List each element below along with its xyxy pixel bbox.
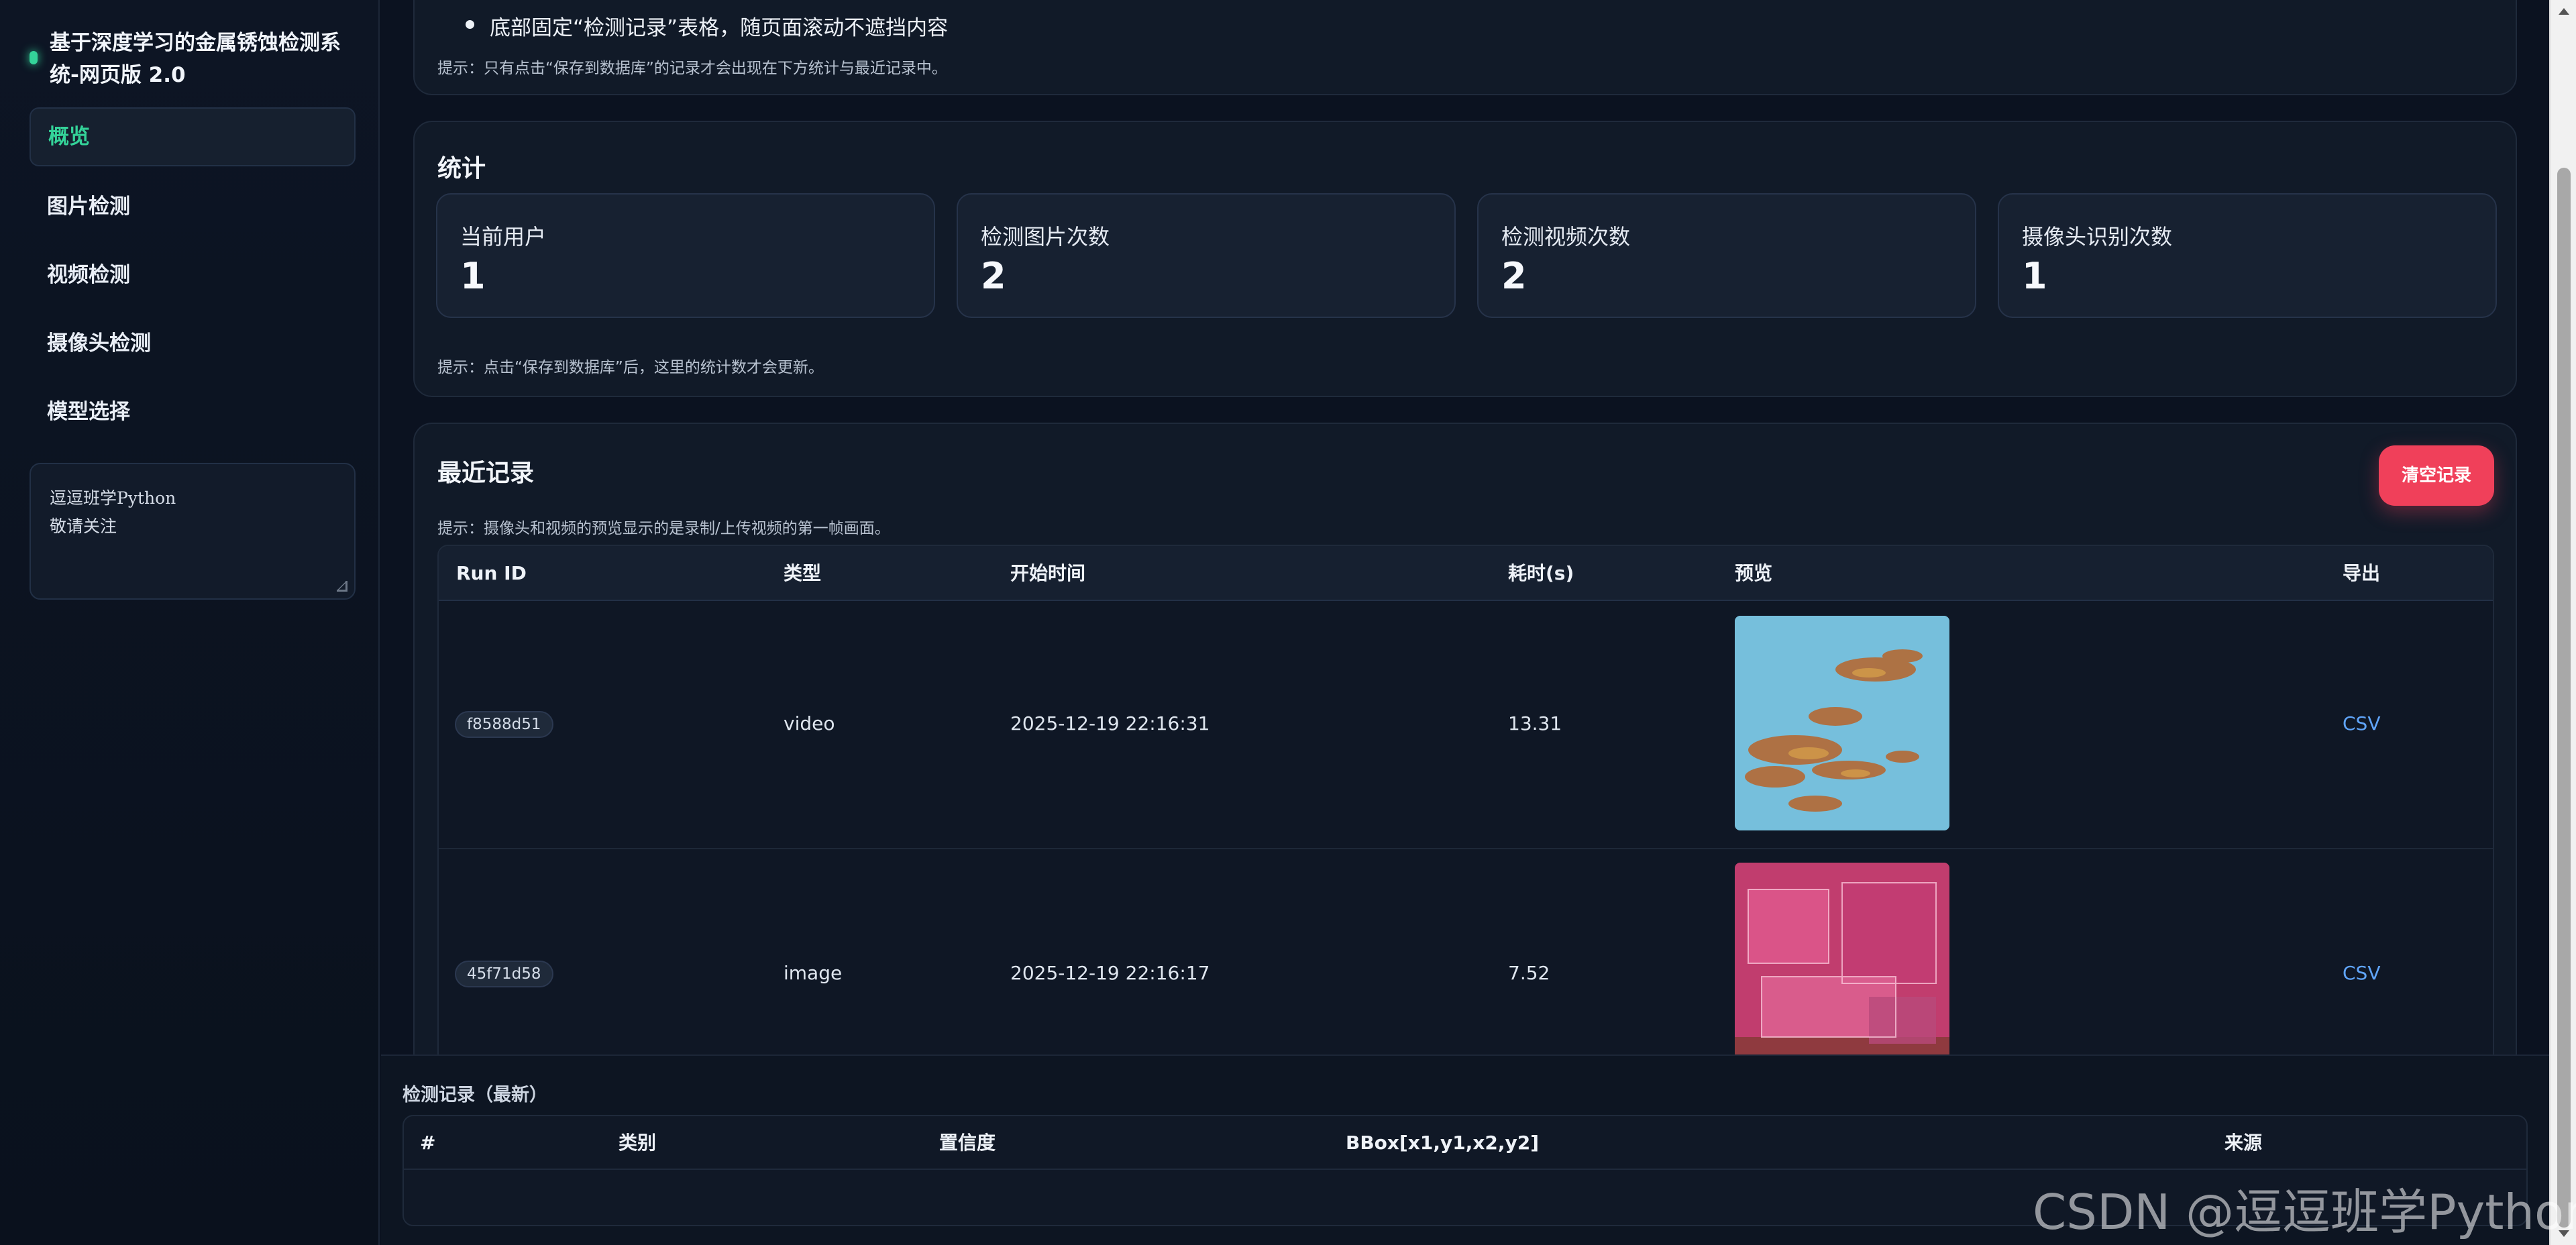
stat-value: 1 <box>2022 255 2047 297</box>
stat-card-users: 当前用户 1 <box>436 193 935 318</box>
recent-card: 最近记录 清空记录 提示：摄像头和视频的预览显示的是录制/上传视频的第一帧画面。… <box>413 423 2517 1160</box>
col-export: 导出 <box>2343 562 2381 584</box>
sidebar-item-model-select[interactable]: 模型选择 <box>30 382 356 441</box>
cell-start-time: 2025-12-19 22:16:31 <box>1010 712 1210 735</box>
sidebar: 基于深度学习的金属锈蚀检测系统-网页版 2.0 概览 图片检测 视频检测 摄像头… <box>0 0 380 1245</box>
status-dot-icon <box>30 51 38 64</box>
col-duration: 耗时(s) <box>1508 562 1574 584</box>
stat-value: 2 <box>1501 255 1527 297</box>
stat-card-video-count: 检测视频次数 2 <box>1477 193 1976 318</box>
preview-thumbnail[interactable] <box>1735 616 1949 830</box>
app-title: 基于深度学习的金属锈蚀检测系统-网页版 2.0 <box>50 31 341 87</box>
col-start-time: 开始时间 <box>1010 562 1086 584</box>
stat-label: 检测视频次数 <box>1501 224 1631 250</box>
stat-card-image-count: 检测图片次数 2 <box>957 193 1456 318</box>
note-line: 逗逗班学Python <box>50 488 176 508</box>
intro-card: 底部固定“检测记录”表格，随页面滚动不遮挡内容 提示：只有点击“保存到数据库”的… <box>413 0 2517 95</box>
scroll-up-icon[interactable] <box>2559 8 2569 15</box>
cell-duration: 13.31 <box>1508 712 1562 735</box>
recent-title: 最近记录 <box>437 459 535 487</box>
note-textarea[interactable]: 逗逗班学Python 敬请关注 <box>30 463 356 600</box>
sidebar-item-camera-detect[interactable]: 摄像头检测 <box>30 314 356 373</box>
table-header: # 类别 置信度 BBox[x1,y1,x2,y2] 来源 <box>404 1116 2526 1170</box>
stats-title: 统计 <box>437 155 486 182</box>
note-line: 敬请关注 <box>50 517 117 536</box>
cell-type: image <box>784 962 843 984</box>
recent-hint: 提示：摄像头和视频的预览显示的是录制/上传视频的第一帧画面。 <box>437 520 890 537</box>
stat-value: 1 <box>460 255 486 297</box>
table-header: Run ID 类型 开始时间 耗时(s) 预览 导出 <box>439 546 2493 601</box>
export-csv-link[interactable]: CSV <box>2343 962 2380 984</box>
stat-card-camera-count: 摄像头识别次数 1 <box>1998 193 2497 318</box>
resize-handle-icon[interactable] <box>337 581 347 592</box>
preview-thumbnail[interactable] <box>1735 863 1949 1067</box>
col-bbox: BBox[x1,y1,x2,y2] <box>1346 1132 1540 1154</box>
table-row: f8588d51 video 2025-12-19 22:16:31 13.31 <box>439 601 2493 849</box>
sidebar-item-image-detect[interactable]: 图片检测 <box>30 177 356 236</box>
run-id-badge: f8588d51 <box>455 711 553 738</box>
detection-records-title: 检测记录（最新） <box>402 1085 547 1105</box>
clear-records-button[interactable]: 清空记录 <box>2379 445 2494 506</box>
stat-label: 当前用户 <box>460 224 547 250</box>
app-brand: 基于深度学习的金属锈蚀检测系统-网页版 2.0 <box>30 27 352 91</box>
col-source: 来源 <box>2224 1132 2263 1154</box>
col-preview: 预览 <box>1735 562 1773 584</box>
table-row: 45f71d58 image 2025-12-19 22:16:17 7.52 <box>439 851 2493 1067</box>
stats-card: 统计 当前用户 1 检测图片次数 2 检测视频次数 2 摄像头识别次数 1 提示… <box>413 121 2517 397</box>
run-id-badge: 45f71d58 <box>455 961 553 987</box>
stat-label: 摄像头识别次数 <box>2022 224 2173 250</box>
export-csv-link[interactable]: CSV <box>2343 712 2380 735</box>
col-index: # <box>420 1132 436 1154</box>
col-run-id: Run ID <box>456 562 527 584</box>
sidebar-item-video-detect[interactable]: 视频检测 <box>30 246 356 305</box>
stat-value: 2 <box>981 255 1006 297</box>
cell-start-time: 2025-12-19 22:16:17 <box>1010 962 1210 984</box>
scroll-thumb[interactable] <box>2557 168 2571 1228</box>
stat-label: 检测图片次数 <box>981 224 1110 250</box>
col-confidence: 置信度 <box>939 1132 996 1154</box>
cell-duration: 7.52 <box>1508 962 1550 984</box>
recent-table: Run ID 类型 开始时间 耗时(s) 预览 导出 f8588d51 vide… <box>437 545 2494 1068</box>
stats-hint: 提示：点击“保存到数据库”后，这里的统计数才会更新。 <box>437 359 824 376</box>
sidebar-item-overview[interactable]: 概览 <box>30 107 356 166</box>
intro-bullet: 底部固定“检测记录”表格，随页面滚动不遮挡内容 <box>465 11 948 41</box>
watermark: CSDN @逗逗班学Python <box>2033 1184 2576 1240</box>
col-type: 类型 <box>784 562 822 584</box>
intro-hint: 提示：只有点击“保存到数据库”的记录才会出现在下方统计与最近记录中。 <box>437 60 947 77</box>
page-scrollbar[interactable] <box>2549 0 2576 1245</box>
col-class: 类别 <box>619 1132 657 1154</box>
cell-type: video <box>784 712 835 735</box>
